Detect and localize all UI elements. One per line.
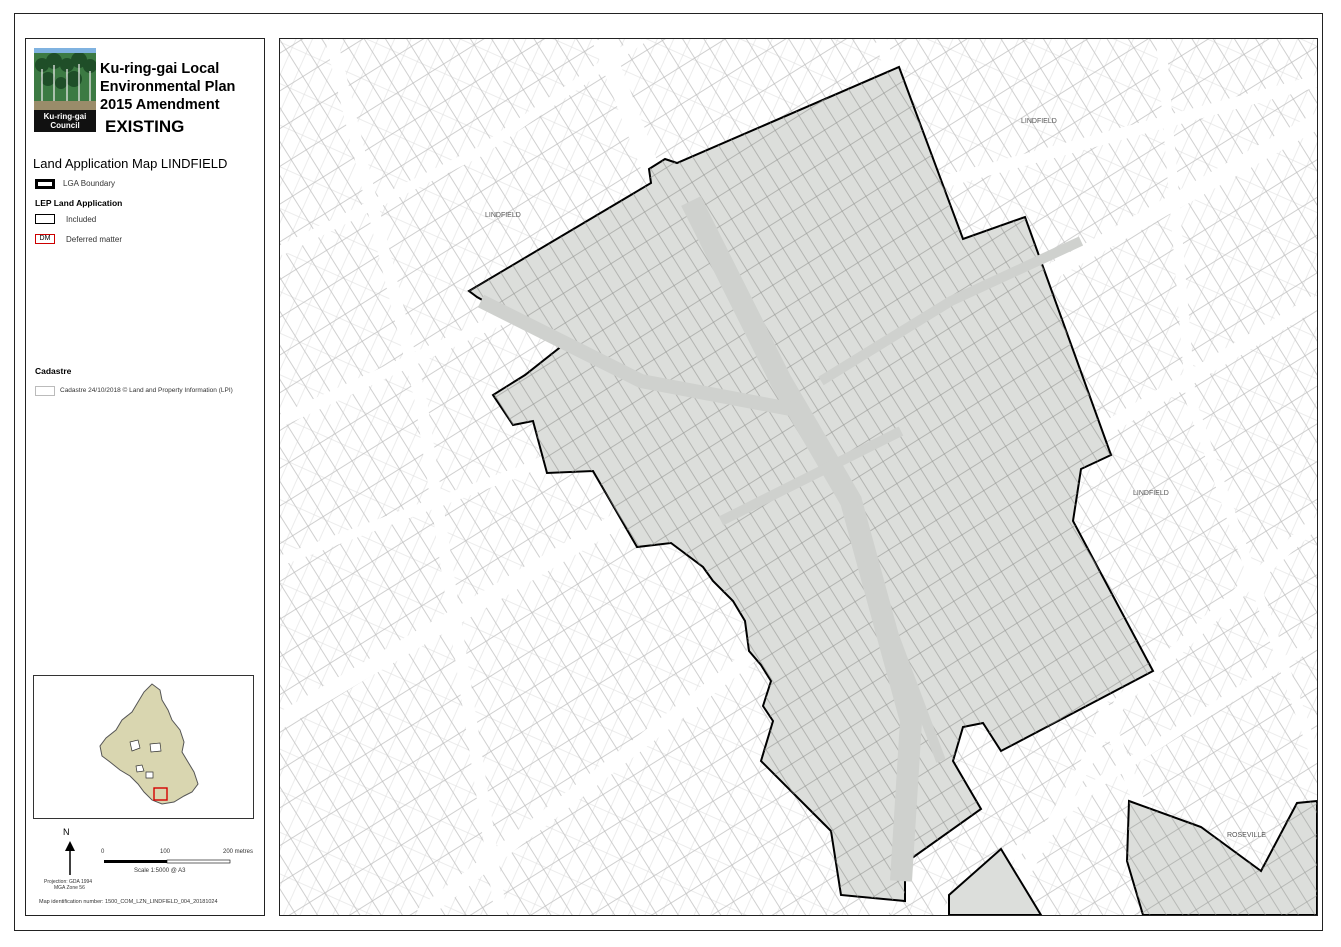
- lga-outline: [99, 683, 199, 805]
- scale-tick-0: 0: [101, 849, 105, 855]
- street-label-4: ROSEVILLE: [1227, 832, 1266, 839]
- inset-locator-map: [33, 675, 254, 819]
- included-label: Included: [66, 215, 97, 224]
- lep-heading: LEP Land Application: [35, 198, 123, 208]
- tree-icon: [34, 53, 96, 101]
- street-label-3: LINDFIELD: [1133, 490, 1169, 497]
- council-logo: Ku-ring-gai Council: [34, 48, 96, 132]
- lga-boundary-label: LGA Boundary: [63, 179, 116, 188]
- cadastre-label: Cadastre 24/10/2018 © Land and Property …: [60, 387, 233, 394]
- north-arrow-icon: [65, 841, 75, 875]
- scale-text: Scale 1:5000 @ A3: [134, 868, 186, 874]
- logo-text: Ku-ring-gai Council: [34, 110, 96, 132]
- status-label: EXISTING: [105, 117, 185, 136]
- map-canvas: LINDFIELD LINDFIELD LINDFIELD ROSEVILLE: [280, 39, 1317, 915]
- scale-tick-200: 200 metres: [223, 849, 254, 855]
- deferred-label: Deferred matter: [66, 235, 123, 244]
- cadastre-swatch: [35, 386, 55, 396]
- street-label-2: LINDFIELD: [1021, 118, 1057, 125]
- deferred-swatch: DM: [35, 234, 55, 244]
- street-label-1: LINDFIELD: [485, 212, 521, 219]
- zone-text: MGA Zone 56: [54, 885, 85, 891]
- plan-title: Ku-ring-gai Local Environmental Plan 201…: [100, 61, 236, 113]
- map-frame: LINDFIELD LINDFIELD LINDFIELD ROSEVILLE: [279, 38, 1318, 916]
- cadastre-heading: Cadastre: [35, 366, 72, 376]
- map-identification: Map identification number: 1500_COM_LZN_…: [39, 899, 218, 905]
- legend-panel: Ku-ring-gai Council Ku-ring-gai Local En…: [25, 38, 265, 916]
- map-name: Land Application Map LINDFIELD: [33, 156, 228, 171]
- included-swatch: [35, 214, 55, 224]
- lga-boundary-swatch: [35, 179, 55, 189]
- scale-tick-100: 100: [160, 849, 171, 855]
